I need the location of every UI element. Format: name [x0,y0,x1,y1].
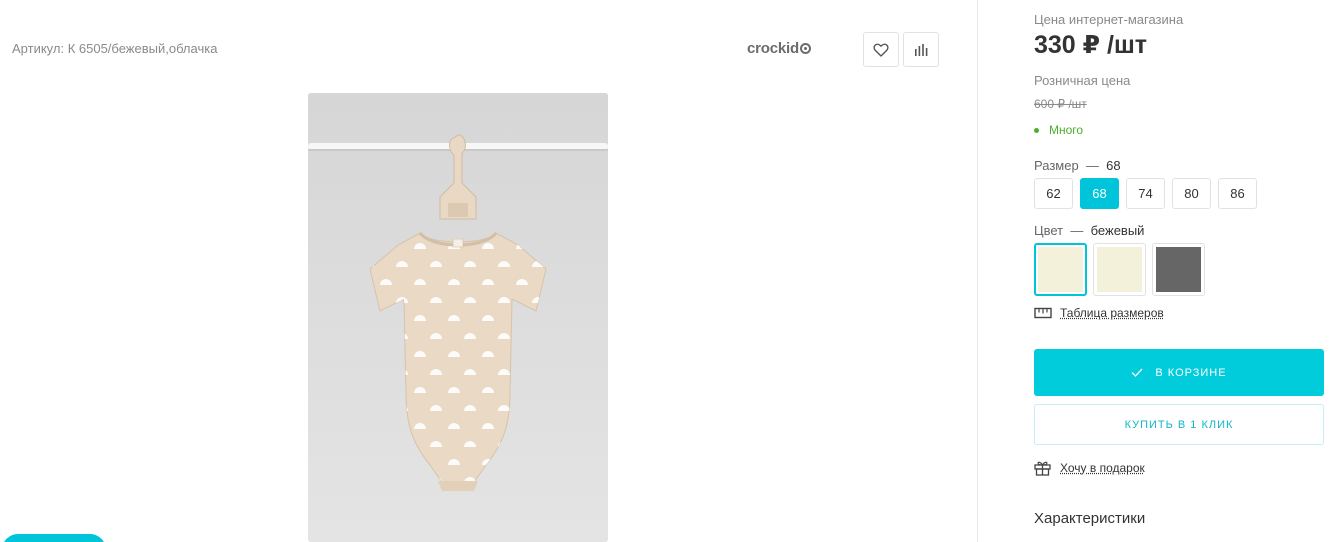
color-swatch-1[interactable] [1034,243,1087,296]
color-label-text: Цвет [1034,223,1064,238]
size-option-62[interactable]: 62 [1034,178,1073,209]
ruler-icon [1034,307,1052,319]
online-price-caption: Цена интернет-магазина [1034,12,1184,27]
size-option-86[interactable]: 86 [1218,178,1257,209]
gift-label: Хочу в подарок [1060,461,1145,475]
brand-mark-icon [799,43,811,54]
buy-one-click-button[interactable]: КУПИТЬ В 1 КЛИК [1034,404,1324,445]
color-swatch-3[interactable] [1152,243,1205,296]
brand-logo[interactable]: crockid [747,40,811,57]
color-label: Цвет — бежевый [1034,223,1144,238]
product-photo[interactable] [308,93,608,542]
color-separator: — [1070,223,1084,238]
color-chip [1038,247,1083,292]
buy-one-click-label: КУПИТЬ В 1 КЛИК [1124,418,1234,431]
stock-status: Много [1034,123,1083,137]
compare-button[interactable] [903,32,939,67]
characteristics-heading[interactable]: Характеристики [1034,510,1145,527]
size-option-74[interactable]: 74 [1126,178,1165,209]
favorite-button[interactable] [863,32,899,67]
gift-icon [1034,461,1051,476]
size-option-80[interactable]: 80 [1172,178,1211,209]
brand-name: crockid [747,40,799,57]
bodysuit-image [308,93,608,542]
gift-link[interactable]: Хочу в подарок [1034,460,1145,476]
size-selector: 62 68 74 80 86 [1034,178,1257,209]
retail-price-caption: Розничная цена [1034,73,1131,88]
size-table-label: Таблица размеров [1060,306,1164,320]
product-gallery-column: Артикул: К 6505/бежевый,облачка crockid [0,0,977,542]
heart-icon [873,43,889,57]
stock-dot-icon [1034,127,1039,133]
size-selected-value: 68 [1106,158,1121,173]
size-option-68[interactable]: 68 [1080,178,1119,209]
color-selected-value: бежевый [1090,223,1145,238]
in-cart-label: В КОРЗИНЕ [1155,366,1227,379]
size-label-text: Размер [1034,158,1079,173]
in-cart-button[interactable]: В КОРЗИНЕ [1034,349,1324,396]
color-chip [1097,247,1142,292]
size-separator: — [1085,158,1099,173]
size-label: Размер — 68 [1034,158,1121,173]
old-price: 600 ₽ /шт [1034,97,1087,111]
color-swatch-2[interactable] [1093,243,1146,296]
column-divider [977,0,978,542]
bar-chart-icon [915,43,928,56]
color-selector [1034,243,1205,296]
current-price: 330 ₽ /шт [1034,31,1148,59]
article-number: Артикул: К 6505/бежевый,облачка [12,41,218,56]
size-table-link[interactable]: Таблица размеров [1034,306,1164,320]
check-icon [1131,368,1143,377]
color-chip [1156,247,1201,292]
chat-widget-button[interactable] [2,534,106,542]
stock-label: Много [1049,123,1084,137]
